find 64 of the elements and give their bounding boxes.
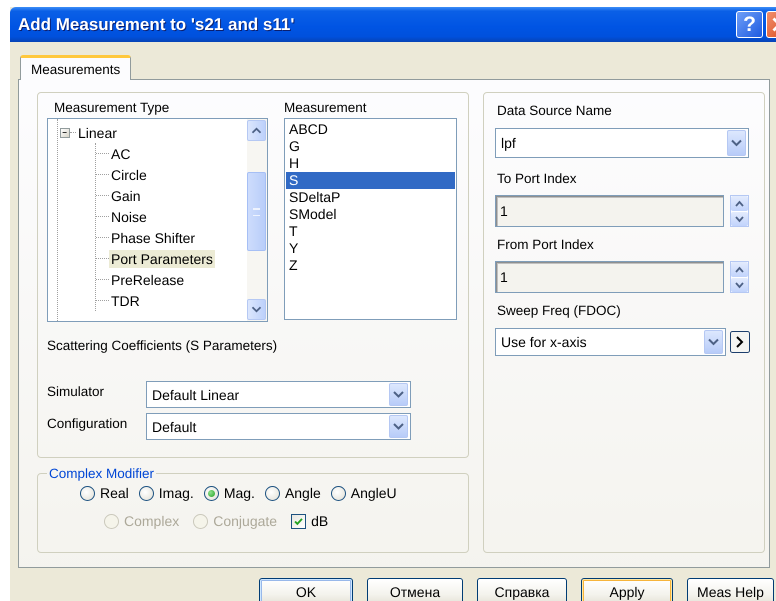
tree-item[interactable]: Noise xyxy=(109,208,149,226)
scroll-down-button[interactable] xyxy=(247,299,266,320)
list-item[interactable]: ABCD xyxy=(286,121,455,138)
collapse-icon[interactable] xyxy=(60,128,70,138)
help-button[interactable]: ? xyxy=(736,11,763,38)
dialog-button[interactable]: Apply xyxy=(581,578,673,601)
simulator-dropdown[interactable]: Default Linear xyxy=(146,381,411,408)
radio-button[interactable] xyxy=(204,486,219,500)
scrollbar[interactable] xyxy=(247,119,267,321)
checkbox-label[interactable]: dB xyxy=(311,513,328,529)
tree-item[interactable]: Gain xyxy=(109,186,143,204)
configuration-dropdown[interactable]: Default xyxy=(146,413,411,440)
radio-label[interactable]: Real xyxy=(100,485,129,501)
radio-label: Complex xyxy=(124,513,180,529)
group-title: Complex Modifier xyxy=(48,466,156,481)
tree-item[interactable]: Port Parameters xyxy=(109,250,215,268)
spinner-buttons[interactable] xyxy=(730,195,749,227)
field-label: Data Source Name xyxy=(497,102,613,120)
checkbox[interactable] xyxy=(291,514,306,528)
dropdown[interactable]: Use for x-axis xyxy=(495,328,726,356)
spinner-buttons[interactable] xyxy=(730,261,749,293)
tab[interactable]: Measurements xyxy=(20,55,132,80)
dropdown[interactable]: lpf xyxy=(495,128,749,158)
list-item[interactable]: T xyxy=(286,223,455,240)
radio-label[interactable]: AngleU xyxy=(350,485,397,501)
section-label: Measurement Type xyxy=(54,99,170,117)
field-label: Simulator xyxy=(47,383,106,401)
description-text: Scattering Coefficients (S Parameters) xyxy=(47,337,278,355)
dialog-button[interactable]: OK xyxy=(259,578,353,601)
list-item[interactable]: G xyxy=(286,138,455,155)
list-item[interactable]: Y xyxy=(286,240,455,257)
radio-label: Conjugate xyxy=(213,513,278,529)
radio-label[interactable]: Imag. xyxy=(158,485,194,501)
radio-label[interactable]: Angle xyxy=(284,485,321,501)
number-field[interactable]: 1 xyxy=(495,261,724,293)
field-label: To Port Index xyxy=(497,170,578,188)
dialog-button[interactable]: Справка xyxy=(477,578,567,601)
chevron-right-button[interactable] xyxy=(730,331,750,353)
list-item[interactable]: SModel xyxy=(286,206,455,223)
field-label: Sweep Freq (FDOC) xyxy=(497,302,622,320)
tree-item[interactable]: Phase Shifter xyxy=(109,228,198,246)
list-item[interactable]: H xyxy=(286,155,455,172)
window-title: Add Measurement to 's21 and s11' xyxy=(18,14,296,34)
dialog-button[interactable]: Отмена xyxy=(367,578,463,601)
radio-button[interactable] xyxy=(264,486,280,500)
field-label: From Port Index xyxy=(497,236,595,254)
dialog-button[interactable]: Meas Help xyxy=(687,578,774,601)
tree-item[interactable]: Linear xyxy=(76,124,119,142)
list-item[interactable]: S xyxy=(286,172,455,189)
tree-item[interactable]: AC xyxy=(109,144,132,162)
tree-item[interactable]: PreRelease xyxy=(109,270,186,288)
radio-button[interactable] xyxy=(330,486,346,500)
section-label: Measurement xyxy=(284,99,368,117)
radio-label[interactable]: Mag. xyxy=(224,485,255,501)
tree-item[interactable]: Circle xyxy=(109,166,149,184)
scroll-up-button[interactable] xyxy=(247,120,266,141)
list-item[interactable]: Z xyxy=(286,257,455,274)
tree-item[interactable]: TDR xyxy=(109,292,142,310)
number-field[interactable]: 1 xyxy=(495,195,724,227)
field-label: Configuration xyxy=(47,415,128,433)
radio-button[interactable] xyxy=(138,486,154,500)
scroll-thumb[interactable] xyxy=(247,172,266,251)
list-item[interactable]: SDeltaP xyxy=(286,189,455,206)
radio-button[interactable] xyxy=(80,486,95,500)
